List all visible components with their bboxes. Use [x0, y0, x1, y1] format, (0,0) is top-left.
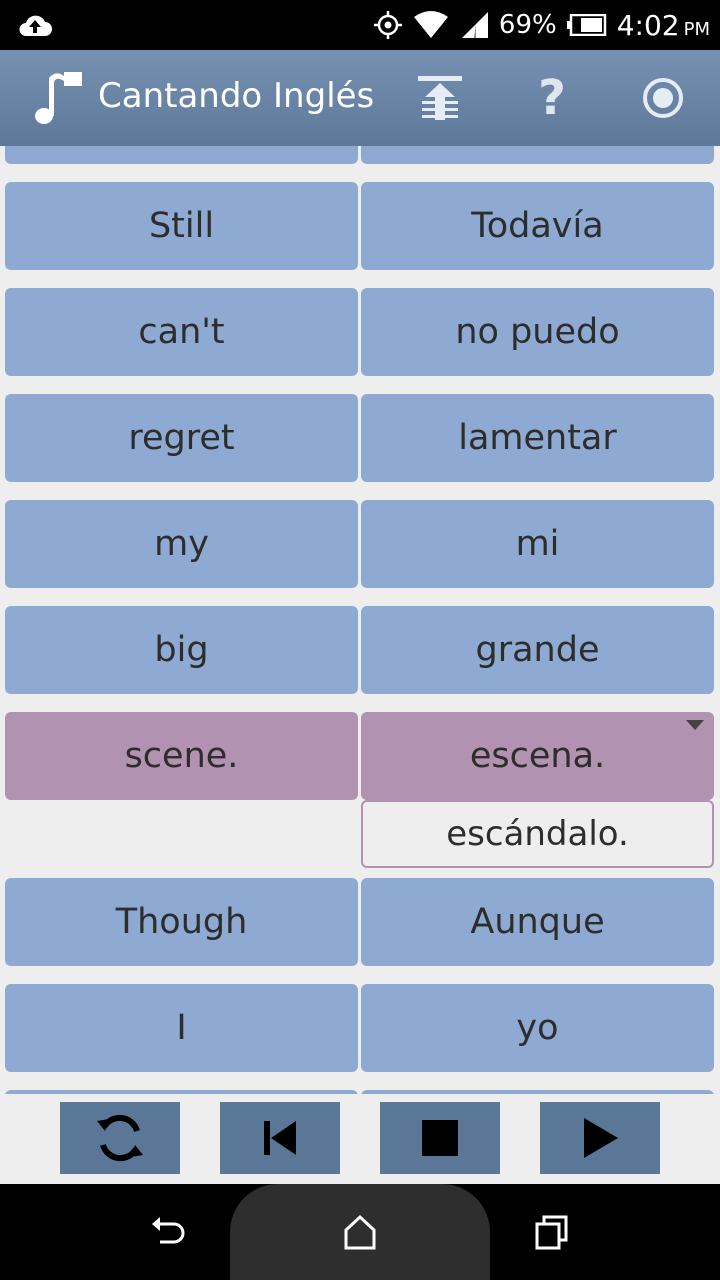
signal-icon [461, 12, 488, 38]
word-cell-spanish[interactable]: Todavía [361, 182, 714, 270]
word-cell-spanish[interactable] [361, 146, 714, 164]
clock-time: 4:02 [616, 8, 680, 42]
status-bar: 69% 4:02 PM [0, 0, 720, 50]
clock: 4:02 PM [617, 9, 710, 42]
status-right: 69% 4:02 PM [373, 0, 710, 50]
record-icon [643, 78, 683, 118]
word-cell-spanish[interactable]: mi [361, 500, 714, 588]
word-cell-spanish[interactable]: Aunque [361, 878, 714, 966]
word-cell-english[interactable]: big [5, 606, 358, 694]
word-cell-english-selected[interactable]: scene. [5, 712, 358, 800]
wifi-icon [413, 11, 448, 38]
word-cell-spanish-label: escena. [469, 736, 606, 776]
word-cell-spanish[interactable]: no puedo [361, 288, 714, 376]
battery-icon [566, 14, 606, 36]
play-icon [584, 1118, 618, 1158]
word-cell-english[interactable]: can't [5, 288, 358, 376]
word-cell-english[interactable] [5, 146, 358, 164]
word-cell-spanish-selected[interactable]: escena. [361, 712, 714, 800]
word-cell-english[interactable]: I [5, 984, 358, 1072]
help-button[interactable]: ? [520, 66, 584, 130]
dropdown-arrow-icon[interactable] [686, 720, 704, 730]
navigation-bar [0, 1184, 720, 1280]
stop-icon [422, 1120, 458, 1156]
word-cell-english[interactable]: regret [5, 394, 358, 482]
recent-apps-icon[interactable] [532, 1212, 572, 1252]
word-list[interactable]: Still Todavía can't no puedo regret lame… [0, 146, 720, 1094]
repeat-icon [97, 1114, 143, 1162]
home-icon[interactable] [340, 1212, 380, 1252]
alternative-translation-option[interactable]: escándalo. [361, 800, 714, 868]
clock-ampm: PM [683, 18, 710, 40]
skip-previous-icon [264, 1121, 296, 1155]
cloud-upload-icon [19, 15, 52, 36]
record-button[interactable] [631, 66, 695, 130]
previous-button[interactable] [220, 1102, 340, 1174]
auto-scroll-button[interactable] [408, 66, 472, 130]
app-title: Cantando Inglés [98, 76, 375, 116]
word-cell-english[interactable]: Though [5, 878, 358, 966]
playback-controls [0, 1094, 720, 1184]
auto-scroll-icon [418, 76, 462, 120]
battery-percent: 69% [498, 10, 557, 40]
help-icon: ? [538, 70, 566, 126]
stop-button[interactable] [380, 1102, 500, 1174]
screen: 69% 4:02 PM Cantando Inglés ? Still Toda… [0, 0, 720, 1280]
play-button[interactable] [540, 1102, 660, 1174]
word-cell-english[interactable]: Still [5, 182, 358, 270]
back-icon[interactable] [148, 1212, 188, 1252]
word-cell-spanish[interactable]: yo [361, 984, 714, 1072]
gps-icon [373, 11, 402, 39]
app-bar: Cantando Inglés ? [0, 50, 720, 146]
repeat-button[interactable] [60, 1102, 180, 1174]
word-cell-spanish[interactable]: grande [361, 606, 714, 694]
music-note-icon [35, 72, 82, 124]
word-cell-english[interactable]: my [5, 500, 358, 588]
word-cell-spanish[interactable]: lamentar [361, 394, 714, 482]
